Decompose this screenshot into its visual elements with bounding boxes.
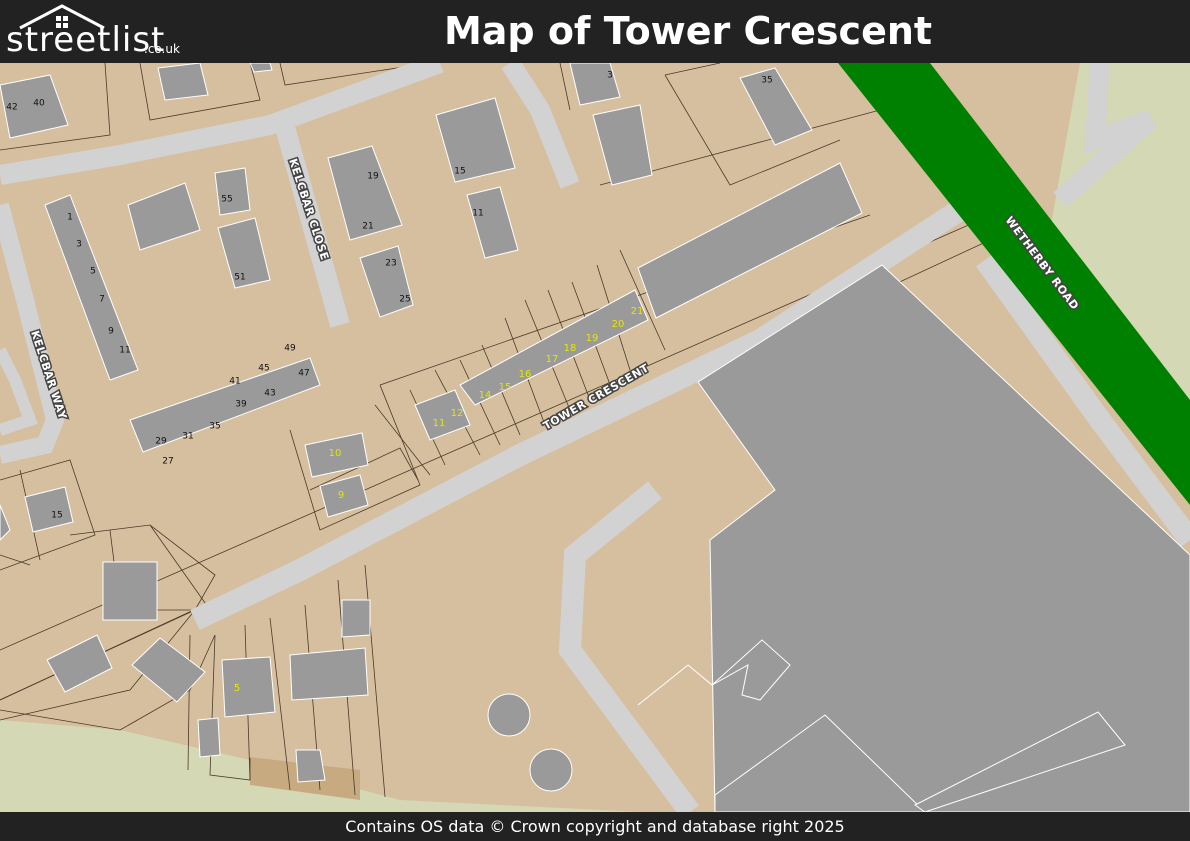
house-number: 43 (264, 389, 275, 399)
house-number: 5 (90, 267, 96, 277)
house-number: 15 (51, 511, 62, 521)
house-number-highlight: 15 (499, 382, 512, 393)
storage-tank (487, 693, 531, 737)
house-number-highlight: 12 (451, 408, 464, 419)
house-number: 35 (761, 76, 772, 86)
house-number: 45 (258, 364, 269, 374)
house-number: 29 (155, 437, 167, 447)
house-number-highlight: 17 (546, 354, 559, 365)
house-number-highlight: 21 (631, 306, 644, 317)
house-number-highlight: 20 (612, 319, 625, 330)
house-number-highlight: 10 (329, 448, 342, 459)
map-canvas[interactable]: KELCBAR CLOSE KELCBAR WAY TOWER CRESCENT… (0, 53, 1190, 819)
logo-domain: .co.uk (144, 42, 180, 56)
house-number: 7 (99, 295, 105, 305)
storage-tank (529, 748, 573, 792)
house-number: 42 (6, 103, 17, 113)
logo-wordmark: streetlist (6, 20, 166, 60)
house-number: 40 (33, 99, 45, 109)
streetlist-logo[interactable]: streetlist .co.uk (6, 4, 186, 60)
house-number: 11 (119, 346, 130, 356)
house-number: 35 (209, 422, 220, 432)
page-title: Map of Tower Crescent (443, 9, 933, 53)
house-number-highlight: 19 (586, 333, 599, 344)
house-number: 3 (607, 71, 613, 81)
house-number: 27 (162, 457, 173, 467)
house-number: 1 (67, 213, 73, 223)
house-number: 11 (472, 209, 483, 219)
house-number: 23 (385, 259, 396, 269)
house-number: 55 (221, 195, 232, 205)
house-number-highlight: 9 (338, 490, 344, 501)
house-number: 41 (229, 377, 240, 387)
house-number: 15 (454, 167, 465, 177)
house-number: 21 (362, 222, 373, 232)
map-svg[interactable]: KELCBAR CLOSE KELCBAR WAY TOWER CRESCENT… (0, 53, 1190, 819)
house-number: 47 (298, 369, 309, 379)
house-number: 39 (235, 400, 247, 410)
house-number-highlight: 16 (519, 369, 532, 380)
house-number: 25 (399, 295, 410, 305)
attribution-footer: Contains OS data © Crown copyright and d… (0, 812, 1190, 841)
house-number: 19 (367, 172, 379, 182)
house-number: 51 (234, 273, 245, 283)
house-number: 49 (284, 344, 296, 354)
house-number-highlight: 14 (479, 390, 492, 401)
house-number: 9 (108, 327, 114, 337)
house-number: 3 (76, 240, 82, 250)
house-number: 31 (182, 432, 193, 442)
header-bar: streetlist .co.uk Map of Tower Crescent (0, 0, 1190, 63)
house-number-highlight: 11 (433, 418, 446, 429)
house-number-highlight: 18 (564, 343, 577, 354)
house-number-highlight: 5 (234, 683, 240, 694)
